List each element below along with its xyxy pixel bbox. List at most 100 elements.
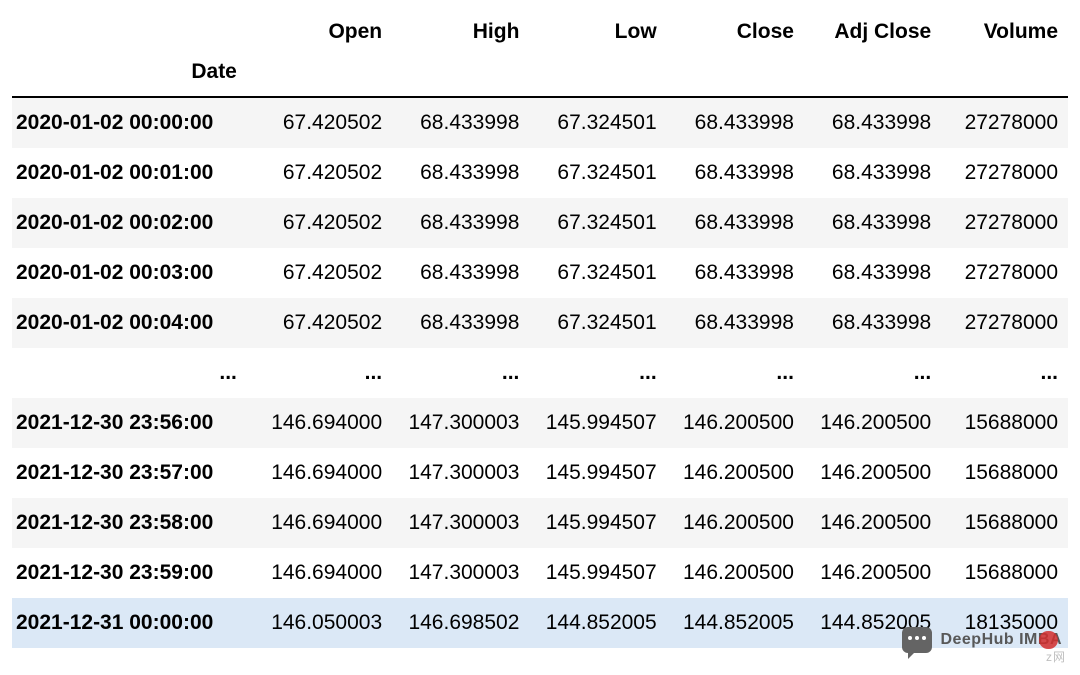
cell: 145.994507: [529, 548, 666, 598]
cell: 68.433998: [392, 248, 529, 298]
table-body: 2020-01-02 00:00:0067.42050268.43399867.…: [12, 97, 1068, 648]
cell: 146.200500: [667, 498, 804, 548]
cell: 146.694000: [255, 498, 392, 548]
row-index: 2021-12-31 00:00:00: [12, 598, 255, 648]
cell: 147.300003: [392, 398, 529, 448]
index-name: Date: [12, 54, 255, 97]
cell: 147.300003: [392, 548, 529, 598]
cell: 68.433998: [804, 148, 941, 198]
row-index: 2020-01-02 00:04:00: [12, 298, 255, 348]
cell: 27278000: [941, 248, 1068, 298]
col-header-close: Close: [667, 10, 804, 54]
cell: 146.200500: [667, 548, 804, 598]
table-row: 2021-12-30 23:59:00146.694000147.3000031…: [12, 548, 1068, 598]
cell: 27278000: [941, 148, 1068, 198]
cell: 68.433998: [804, 97, 941, 148]
cell: 68.433998: [667, 97, 804, 148]
col-header-low: Low: [529, 10, 666, 54]
cell: 146.200500: [804, 548, 941, 598]
cell: 145.994507: [529, 448, 666, 498]
cell: 67.324501: [529, 97, 666, 148]
cell: 146.200500: [804, 398, 941, 448]
col-header-high: High: [392, 10, 529, 54]
cell: 145.994507: [529, 398, 666, 448]
cell: ...: [392, 348, 529, 398]
table-row: 2020-01-02 00:02:0067.42050268.43399867.…: [12, 198, 1068, 248]
cell: 67.420502: [255, 97, 392, 148]
cell: 146.200500: [804, 498, 941, 548]
row-index: 2021-12-30 23:58:00: [12, 498, 255, 548]
table-header: Open High Low Close Adj Close Volume Dat…: [12, 10, 1068, 97]
table-row: 2020-01-02 00:01:0067.42050268.43399867.…: [12, 148, 1068, 198]
col-header-open: Open: [255, 10, 392, 54]
corner-text: z网: [1046, 648, 1066, 665]
cell: 147.300003: [392, 448, 529, 498]
table-row: 2021-12-31 00:00:00146.050003146.6985021…: [12, 598, 1068, 648]
cell: 68.433998: [804, 198, 941, 248]
cell: 146.200500: [667, 398, 804, 448]
cell: 147.300003: [392, 498, 529, 548]
cell: 27278000: [941, 198, 1068, 248]
cell: ...: [941, 348, 1068, 398]
cell: 67.420502: [255, 148, 392, 198]
cell: 146.698502: [392, 598, 529, 648]
cell: 146.200500: [667, 448, 804, 498]
cell: 68.433998: [804, 298, 941, 348]
cell: 68.433998: [392, 148, 529, 198]
table-row: 2021-12-30 23:57:00146.694000147.3000031…: [12, 448, 1068, 498]
cell: 15688000: [941, 398, 1068, 448]
cell: ...: [804, 348, 941, 398]
table-row: 2020-01-02 00:00:0067.42050268.43399867.…: [12, 97, 1068, 148]
col-header-adjclose: Adj Close: [804, 10, 941, 54]
col-header-volume: Volume: [941, 10, 1068, 54]
cell: 144.852005: [667, 598, 804, 648]
ellipsis-row: .....................: [12, 348, 1068, 398]
cell: 68.433998: [667, 298, 804, 348]
row-index: 2021-12-30 23:59:00: [12, 548, 255, 598]
cell: 67.324501: [529, 148, 666, 198]
cell: 18135000: [941, 598, 1068, 648]
cell: 15688000: [941, 448, 1068, 498]
cell: 67.420502: [255, 298, 392, 348]
row-index: ...: [12, 348, 255, 398]
cell: 144.852005: [804, 598, 941, 648]
cell: ...: [667, 348, 804, 398]
cell: 15688000: [941, 498, 1068, 548]
cell: 68.433998: [804, 248, 941, 298]
cell: 146.200500: [804, 448, 941, 498]
table-row: 2020-01-02 00:03:0067.42050268.43399867.…: [12, 248, 1068, 298]
cell: 68.433998: [667, 198, 804, 248]
table-row: 2021-12-30 23:58:00146.694000147.3000031…: [12, 498, 1068, 548]
table-row: 2020-01-02 00:04:0067.42050268.43399867.…: [12, 298, 1068, 348]
row-index: 2021-12-30 23:57:00: [12, 448, 255, 498]
cell: 68.433998: [392, 198, 529, 248]
cell: 146.694000: [255, 548, 392, 598]
cell: 67.324501: [529, 248, 666, 298]
cell: 146.694000: [255, 448, 392, 498]
cell: 67.324501: [529, 198, 666, 248]
cell: 68.433998: [667, 248, 804, 298]
table-row: 2021-12-30 23:56:00146.694000147.3000031…: [12, 398, 1068, 448]
cell: 146.050003: [255, 598, 392, 648]
cell: 68.433998: [392, 97, 529, 148]
cell: 145.994507: [529, 498, 666, 548]
row-index: 2020-01-02 00:02:00: [12, 198, 255, 248]
row-index: 2020-01-02 00:01:00: [12, 148, 255, 198]
cell: 67.420502: [255, 198, 392, 248]
cell: 144.852005: [529, 598, 666, 648]
dataframe-table: Open High Low Close Adj Close Volume Dat…: [12, 10, 1068, 648]
cell: 68.433998: [392, 298, 529, 348]
cell: 27278000: [941, 97, 1068, 148]
cell: 27278000: [941, 298, 1068, 348]
header-blank: [12, 10, 255, 54]
row-index: 2020-01-02 00:00:00: [12, 97, 255, 148]
row-index: 2020-01-02 00:03:00: [12, 248, 255, 298]
cell: 67.324501: [529, 298, 666, 348]
cell: ...: [529, 348, 666, 398]
cell: 67.420502: [255, 248, 392, 298]
cell: 68.433998: [667, 148, 804, 198]
cell: 146.694000: [255, 398, 392, 448]
row-index: 2021-12-30 23:56:00: [12, 398, 255, 448]
cell: 15688000: [941, 548, 1068, 598]
cell: ...: [255, 348, 392, 398]
